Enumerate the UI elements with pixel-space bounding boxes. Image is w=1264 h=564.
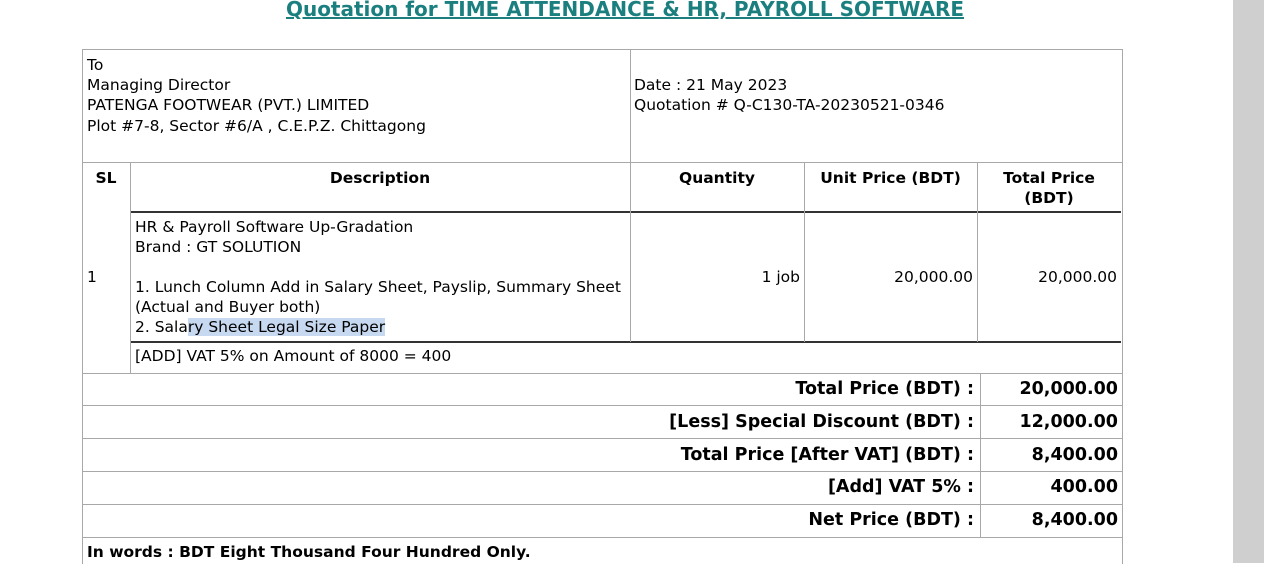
scrollbar-track[interactable]: [1233, 0, 1264, 563]
page-title: Quotation for TIME ATTENDANCE & HR, PAYR…: [285, 0, 965, 21]
summary-line-5: [82, 504, 1122, 505]
recipient-designation: Managing Director: [87, 76, 231, 94]
item-desc-point-2: 2. Salary Sheet Legal Size Paper: [135, 317, 386, 337]
summary-vat-value: 400.00: [1050, 477, 1118, 497]
summary-line-6: [82, 537, 1122, 538]
header-divider: [630, 49, 631, 163]
item-total-price: 20,000.00: [1038, 268, 1117, 286]
col-divider-sl: [130, 162, 131, 374]
item-quantity: 1 job: [761, 268, 800, 286]
text-selection[interactable]: ry Sheet Legal Size Paper: [187, 318, 386, 336]
summary-net-price-label: Net Price (BDT) :: [808, 510, 974, 530]
summary-discount-label: [Less] Special Discount (BDT) :: [669, 412, 974, 432]
summary-vat-label: [Add] VAT 5% :: [827, 477, 974, 497]
summary-discount-value: 12,000.00: [1019, 412, 1118, 432]
header-bottom-line: [130, 211, 1121, 213]
item-sl: 1: [87, 268, 97, 286]
summary-total-price-label: Total Price (BDT) :: [795, 379, 974, 399]
quotation-date: Date : 21 May 2023: [634, 76, 788, 94]
item-desc-point-1: 1. Lunch Column Add in Salary Sheet, Pay…: [135, 278, 621, 296]
summary-line-4: [82, 471, 1122, 472]
summary-line-1: [82, 373, 1122, 374]
summary-line-3: [82, 438, 1122, 439]
header-total-price: Total Price: [1003, 169, 1095, 187]
header-unit-price: Unit Price (BDT): [820, 169, 961, 187]
item-desc-brand: Brand : GT SOLUTION: [135, 238, 302, 256]
vat-note: [ADD] VAT 5% on Amount of 8000 = 400: [135, 347, 452, 365]
summary-line-2: [82, 405, 1122, 406]
quotation-number: Quotation # Q-C130-TA-20230521-0346: [634, 96, 945, 114]
header-sl: SL: [95, 169, 117, 187]
header-quantity: Quantity: [679, 169, 755, 187]
item-desc-title: HR & Payroll Software Up-Gradation: [135, 218, 414, 236]
header-total-price-unit: (BDT): [1024, 189, 1074, 207]
summary-net-price-value: 8,400.00: [1031, 510, 1118, 530]
item-bottom-line: [130, 341, 1121, 343]
col-divider-qty: [804, 162, 805, 342]
header-top-line: [82, 162, 1122, 163]
recipient-address: Plot #7-8, Sector #6/A , C.E.P.Z. Chitta…: [87, 117, 426, 135]
col-divider-desc: [630, 162, 631, 342]
summary-total-price-value: 20,000.00: [1019, 379, 1118, 399]
amount-in-words: In words : BDT Eight Thousand Four Hundr…: [87, 543, 531, 561]
item-desc-point-2-plain: 2. Sala: [135, 318, 188, 336]
summary-after-vat-value: 8,400.00: [1031, 445, 1118, 465]
item-unit-price: 20,000.00: [894, 268, 973, 286]
item-desc-point-1-cont: (Actual and Buyer both): [135, 298, 321, 316]
header-description: Description: [329, 169, 431, 187]
recipient-company: PATENGA FOOTWEAR (PVT.) LIMITED: [87, 96, 370, 114]
summary-divider: [980, 373, 981, 538]
to-label: To: [87, 56, 104, 74]
summary-after-vat-label: Total Price [After VAT] (BDT) :: [680, 445, 974, 465]
